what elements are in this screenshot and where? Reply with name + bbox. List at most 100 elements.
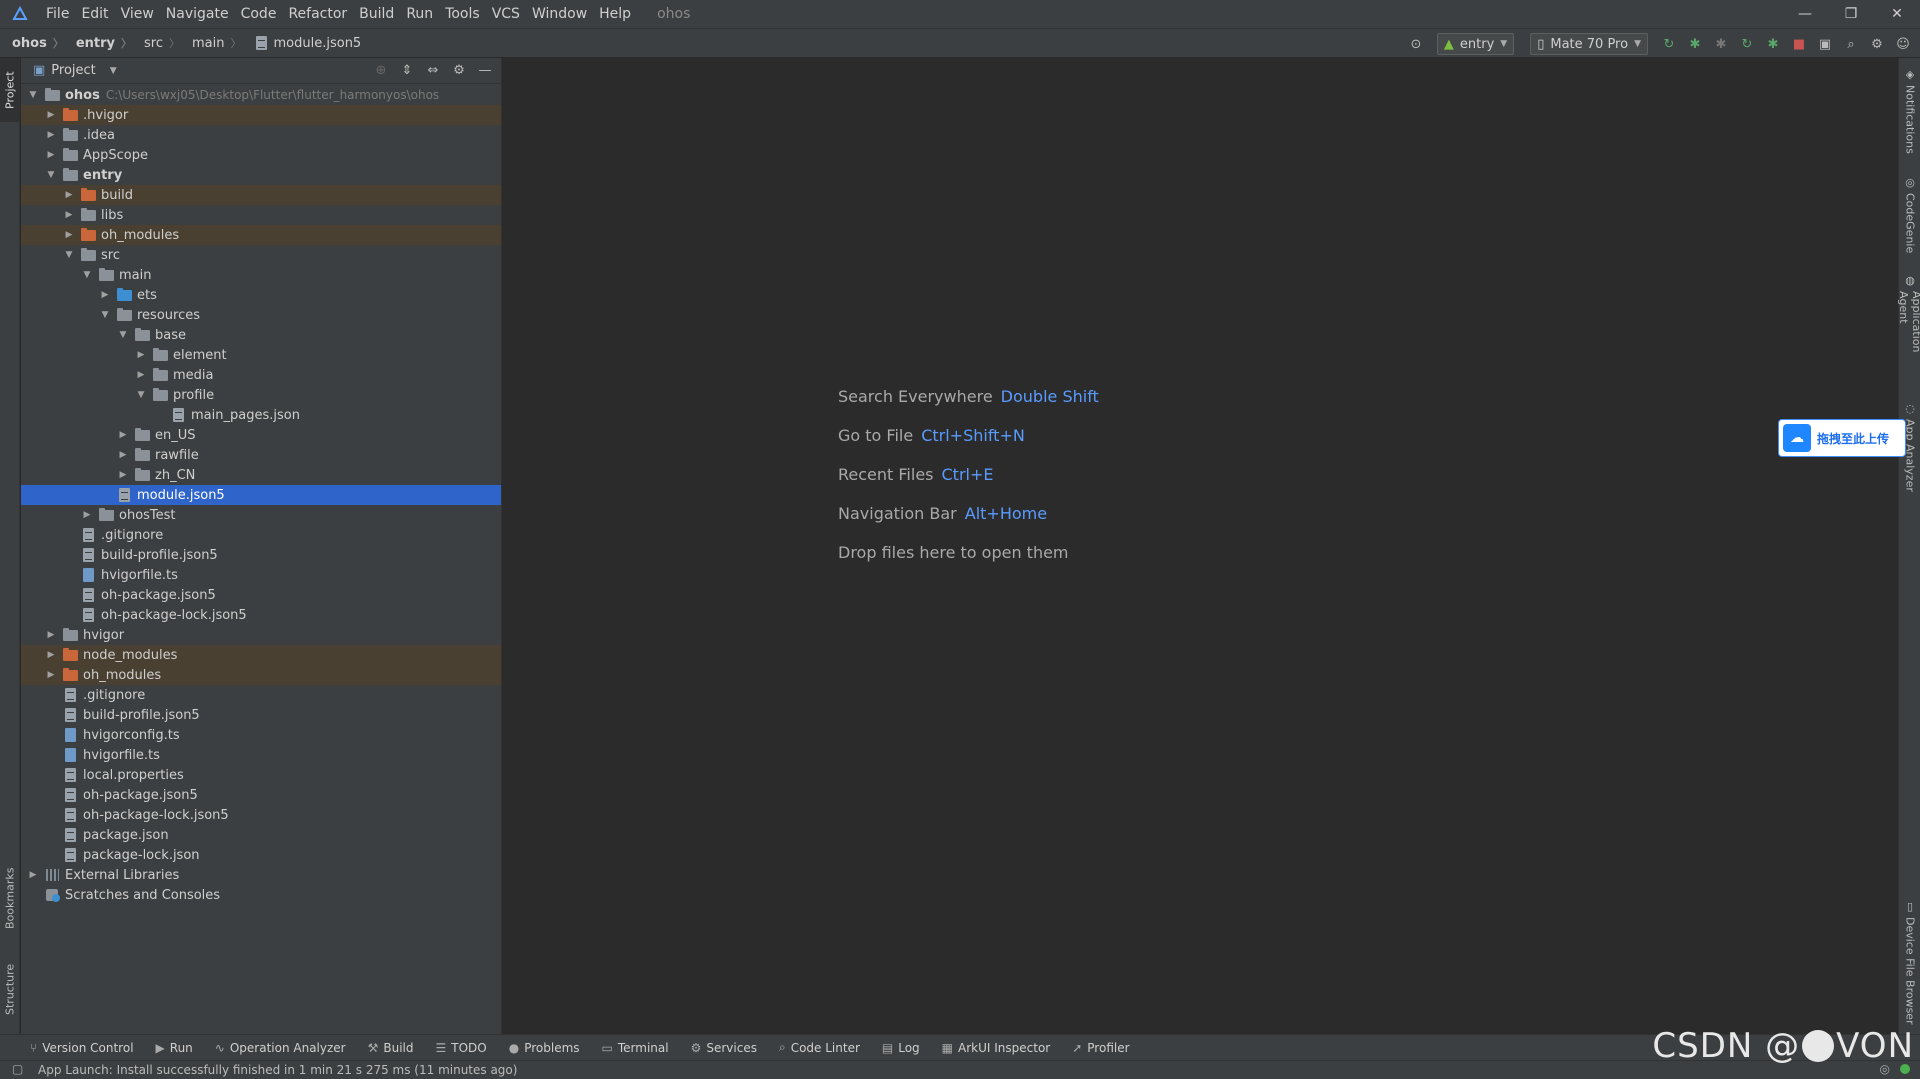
menu-file[interactable]: File bbox=[40, 0, 75, 28]
chevron-right-icon[interactable]: ▶ bbox=[27, 870, 39, 880]
chevron-down-icon[interactable]: ▼ bbox=[27, 90, 39, 100]
upload-drop-widget[interactable]: ☁ 拖拽至此上传 bbox=[1778, 419, 1906, 457]
tree-node[interactable]: local.properties bbox=[21, 765, 501, 785]
chevron-down-icon[interactable]: ▼ bbox=[110, 66, 117, 76]
device-combo[interactable]: ▯ Mate 70 Pro ▼ bbox=[1530, 33, 1648, 55]
breadcrumb-item[interactable]: module.json5 bbox=[242, 35, 361, 51]
chevron-down-icon[interactable]: ▼ bbox=[99, 310, 111, 320]
breadcrumb-item[interactable]: src 〉 bbox=[132, 35, 180, 51]
chevron-right-icon[interactable]: ▶ bbox=[45, 670, 57, 680]
chevron-right-icon[interactable]: ▶ bbox=[63, 190, 75, 200]
notifications-tool-tab[interactable]: ◈ Notifications bbox=[1899, 68, 1920, 158]
tree-node[interactable]: ▶ ets bbox=[21, 285, 501, 305]
profile-icon[interactable]: ✱ bbox=[1762, 33, 1784, 55]
tree-node[interactable]: package-lock.json bbox=[21, 845, 501, 865]
tool-tab-terminal[interactable]: ▭ Terminal bbox=[602, 1041, 669, 1055]
search-icon[interactable]: ⌕ bbox=[1840, 33, 1862, 55]
menu-tools[interactable]: Tools bbox=[439, 0, 486, 28]
menu-refactor[interactable]: Refactor bbox=[282, 0, 353, 28]
restore-button[interactable]: ❐ bbox=[1828, 0, 1874, 28]
tree-node[interactable]: hvigorconfig.ts bbox=[21, 725, 501, 745]
tree-node[interactable]: ▶ libs bbox=[21, 205, 501, 225]
tree-node[interactable]: build-profile.json5 bbox=[21, 705, 501, 725]
device-manager-icon[interactable]: ▣ bbox=[1814, 33, 1836, 55]
locate-file-icon[interactable]: ⊕ bbox=[371, 60, 391, 80]
chevron-right-icon[interactable]: ▶ bbox=[63, 210, 75, 220]
debug-icon[interactable]: ✱ bbox=[1684, 33, 1706, 55]
tree-node[interactable]: Scratches and Consoles bbox=[21, 885, 501, 905]
chevron-right-icon[interactable]: ▶ bbox=[135, 370, 147, 380]
toggle-panels-icon[interactable]: ▢ bbox=[12, 1062, 23, 1076]
menu-navigate[interactable]: Navigate bbox=[160, 0, 235, 28]
chevron-right-icon[interactable]: ▶ bbox=[45, 130, 57, 140]
tree-node[interactable]: ▶ oh_modules bbox=[21, 225, 501, 245]
tool-tab-operation-analyzer[interactable]: ∿ Operation Analyzer bbox=[215, 1041, 346, 1055]
run-config-combo[interactable]: ▲ entry ▼ bbox=[1436, 33, 1515, 55]
tree-node[interactable]: .gitignore bbox=[21, 685, 501, 705]
tool-tab-version-control[interactable]: ⑂ Version Control bbox=[30, 1041, 134, 1055]
codegenie-tool-tab[interactable]: ◎ CodeGenie bbox=[1899, 176, 1920, 256]
status-message[interactable]: App Launch: Install successfully finishe… bbox=[38, 1063, 517, 1077]
chevron-down-icon[interactable]: ▼ bbox=[135, 390, 147, 400]
tree-node[interactable]: ▶ .hvigor bbox=[21, 105, 501, 125]
close-button[interactable]: ✕ bbox=[1874, 0, 1920, 28]
chevron-right-icon[interactable]: ▶ bbox=[117, 470, 129, 480]
menu-edit[interactable]: Edit bbox=[75, 0, 114, 28]
menu-help[interactable]: Help bbox=[593, 0, 637, 28]
breadcrumb-item[interactable]: main 〉 bbox=[180, 35, 241, 51]
tree-node[interactable]: .gitignore bbox=[21, 525, 501, 545]
chevron-right-icon[interactable]: ▶ bbox=[135, 350, 147, 360]
tree-node[interactable]: hvigorfile.ts bbox=[21, 565, 501, 585]
menu-run[interactable]: Run bbox=[400, 0, 439, 28]
tree-node[interactable]: oh-package-lock.json5 bbox=[21, 805, 501, 825]
tree-node[interactable]: ▼ ohos C:\Users\wxj05\Desktop\Flutter\flut… bbox=[21, 85, 501, 105]
tree-node[interactable]: ▼ base bbox=[21, 325, 501, 345]
tree-node[interactable]: ▶ External Libraries bbox=[21, 865, 501, 885]
stop-icon[interactable]: ■ bbox=[1788, 33, 1810, 55]
project-tool-tab[interactable]: Project bbox=[0, 58, 20, 122]
chevron-right-icon[interactable]: ▶ bbox=[117, 430, 129, 440]
tool-tab-todo[interactable]: ☰ TODO bbox=[436, 1041, 487, 1055]
expand-all-icon[interactable]: ⇕ bbox=[397, 60, 417, 80]
chevron-right-icon[interactable]: ▶ bbox=[45, 150, 57, 160]
device-file-browser-tool-tab[interactable]: ▯ Device File Browser bbox=[1899, 900, 1920, 1030]
tree-node[interactable]: oh-package.json5 bbox=[21, 785, 501, 805]
tool-tab-code-linter[interactable]: ⌕ Code Linter bbox=[779, 1040, 860, 1055]
tree-node[interactable]: ▶ element bbox=[21, 345, 501, 365]
tool-tab-arkui-inspector[interactable]: ▦ ArkUI Inspector bbox=[942, 1041, 1051, 1055]
tree-node[interactable]: ▶ ohosTest bbox=[21, 505, 501, 525]
account-icon[interactable]: ☺ bbox=[1892, 33, 1914, 55]
tree-node[interactable]: ▶ oh_modules bbox=[21, 665, 501, 685]
breadcrumb-item[interactable]: ohos 〉 bbox=[0, 35, 64, 51]
chevron-right-icon[interactable]: ▶ bbox=[81, 510, 93, 520]
chevron-right-icon[interactable]: ▶ bbox=[45, 650, 57, 660]
run-icon[interactable]: ↻ bbox=[1658, 33, 1680, 55]
tree-node[interactable]: ▶ node_modules bbox=[21, 645, 501, 665]
chevron-right-icon[interactable]: ▶ bbox=[45, 110, 57, 120]
tree-node[interactable]: build-profile.json5 bbox=[21, 545, 501, 565]
chevron-down-icon[interactable]: ▼ bbox=[81, 270, 93, 280]
collapse-all-icon[interactable]: ⇔ bbox=[423, 60, 443, 80]
menu-vcs[interactable]: VCS bbox=[486, 0, 526, 28]
application-agent-tool-tab[interactable]: ◍ Application Agent bbox=[1897, 274, 1920, 384]
tool-tab-profiler[interactable]: ➚ Profiler bbox=[1072, 1041, 1129, 1055]
tool-tab-run[interactable]: ▶ Run bbox=[156, 1041, 193, 1055]
menu-view[interactable]: View bbox=[115, 0, 160, 28]
bookmarks-tool-tab[interactable]: Bookmarks bbox=[0, 858, 20, 938]
chevron-right-icon[interactable]: ▶ bbox=[117, 450, 129, 460]
tree-node[interactable]: package.json bbox=[21, 825, 501, 845]
chevron-down-icon[interactable]: ▼ bbox=[63, 250, 75, 260]
structure-tool-tab[interactable]: Structure bbox=[0, 954, 20, 1024]
breadcrumb-item[interactable]: entry 〉 bbox=[64, 35, 132, 51]
apply-changes-icon[interactable]: ↻ bbox=[1736, 33, 1758, 55]
chevron-right-icon[interactable]: ▶ bbox=[99, 290, 111, 300]
hide-panel-icon[interactable]: — bbox=[475, 60, 495, 80]
tree-node[interactable]: ▶ AppScope bbox=[21, 145, 501, 165]
chevron-down-icon[interactable]: ▼ bbox=[45, 170, 57, 180]
tree-node[interactable]: oh-package-lock.json5 bbox=[21, 605, 501, 625]
menu-window[interactable]: Window bbox=[526, 0, 593, 28]
tree-node[interactable]: oh-package.json5 bbox=[21, 585, 501, 605]
tool-tab-services[interactable]: ⚙ Services bbox=[691, 1041, 757, 1055]
minimize-button[interactable]: — bbox=[1782, 0, 1828, 28]
tree-node[interactable]: ▶ hvigor bbox=[21, 625, 501, 645]
